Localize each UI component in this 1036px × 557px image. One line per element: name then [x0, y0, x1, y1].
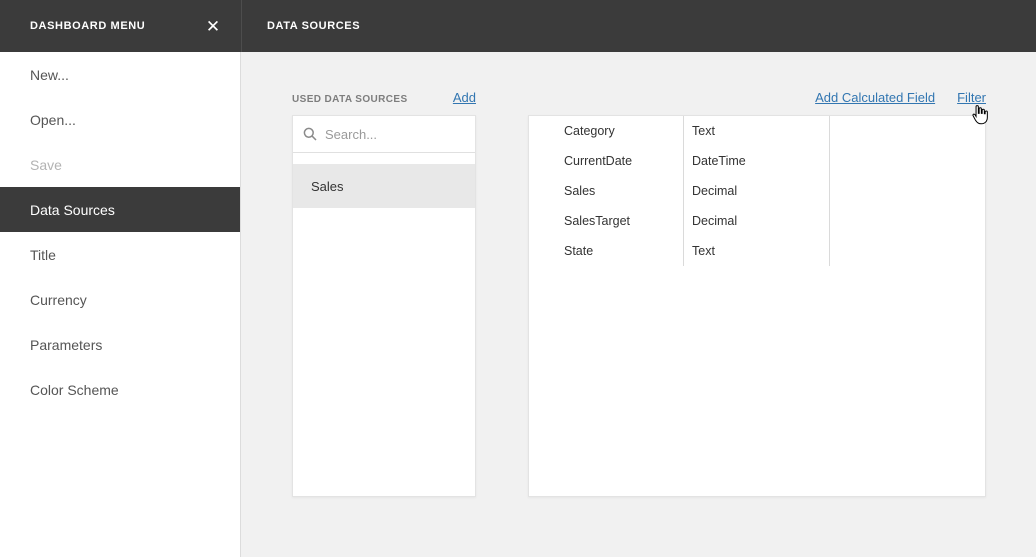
field-extra-cell — [830, 176, 985, 206]
field-type: Text — [684, 236, 830, 266]
field-extra-cell — [830, 206, 985, 236]
field-type: Text — [684, 116, 830, 146]
field-extra-cell — [830, 116, 985, 146]
fields-table: Category Text CurrentDate DateTime Sales… — [529, 116, 985, 266]
data-source-list: Sales — [293, 153, 475, 208]
sidebar-item-new[interactable]: New... — [0, 52, 240, 97]
field-row[interactable]: State Text — [529, 236, 985, 266]
filter-link[interactable]: Filter — [957, 90, 986, 105]
sidebar-item-data-sources[interactable]: Data Sources — [0, 187, 240, 232]
field-type: DateTime — [684, 146, 830, 176]
field-name: SalesTarget — [529, 206, 684, 236]
add-calculated-field-link[interactable]: Add Calculated Field — [815, 90, 935, 105]
search-icon — [303, 127, 317, 141]
field-name: Category — [529, 116, 684, 146]
field-row[interactable]: SalesTarget Decimal — [529, 206, 985, 236]
sidebar-item-color-scheme[interactable]: Color Scheme — [0, 367, 240, 412]
main-area: DATA SOURCES USED DATA SOURCES Add Sales… — [241, 0, 1036, 557]
sidebar-title: DASHBOARD MENU — [30, 20, 146, 32]
used-data-sources-header: USED DATA SOURCES Add — [292, 90, 476, 105]
field-row[interactable]: CurrentDate DateTime — [529, 146, 985, 176]
close-icon[interactable]: ✕ — [201, 14, 225, 38]
add-data-source-link[interactable]: Add — [453, 90, 476, 105]
field-type: Decimal — [684, 176, 830, 206]
field-row[interactable]: Sales Decimal — [529, 176, 985, 206]
search-box — [293, 116, 475, 153]
fields-panel-links: Add Calculated Field Filter — [528, 90, 986, 105]
sidebar-item-save: Save — [30, 156, 62, 173]
sidebar-header: DASHBOARD MENU ✕ — [0, 0, 241, 52]
field-name: Sales — [529, 176, 684, 206]
field-name: State — [529, 236, 684, 266]
field-type: Decimal — [684, 206, 830, 236]
search-input[interactable] — [325, 126, 465, 142]
sidebar-item-parameters[interactable]: Parameters — [0, 322, 240, 367]
main-header: DATA SOURCES — [241, 0, 1036, 52]
sidebar-item-currency[interactable]: Currency — [0, 277, 240, 322]
page-title: DATA SOURCES — [267, 20, 361, 32]
sidebar-item-open[interactable]: Open... — [0, 97, 240, 142]
field-row[interactable]: Category Text — [529, 116, 985, 146]
used-data-sources-label: USED DATA SOURCES — [292, 94, 408, 105]
sidebar-menu: New... Open... Save Data Sources Title C… — [0, 52, 241, 557]
field-extra-cell — [830, 146, 985, 176]
field-name: CurrentDate — [529, 146, 684, 176]
fields-panel: Category Text CurrentDate DateTime Sales… — [528, 115, 986, 497]
field-extra-cell — [830, 236, 985, 266]
data-source-item-sales[interactable]: Sales — [293, 164, 475, 208]
sidebar-item-title[interactable]: Title — [0, 232, 240, 277]
sidebar: DASHBOARD MENU ✕ New... Open... Save Dat… — [0, 0, 241, 557]
data-sources-list-panel: Sales — [292, 115, 476, 497]
